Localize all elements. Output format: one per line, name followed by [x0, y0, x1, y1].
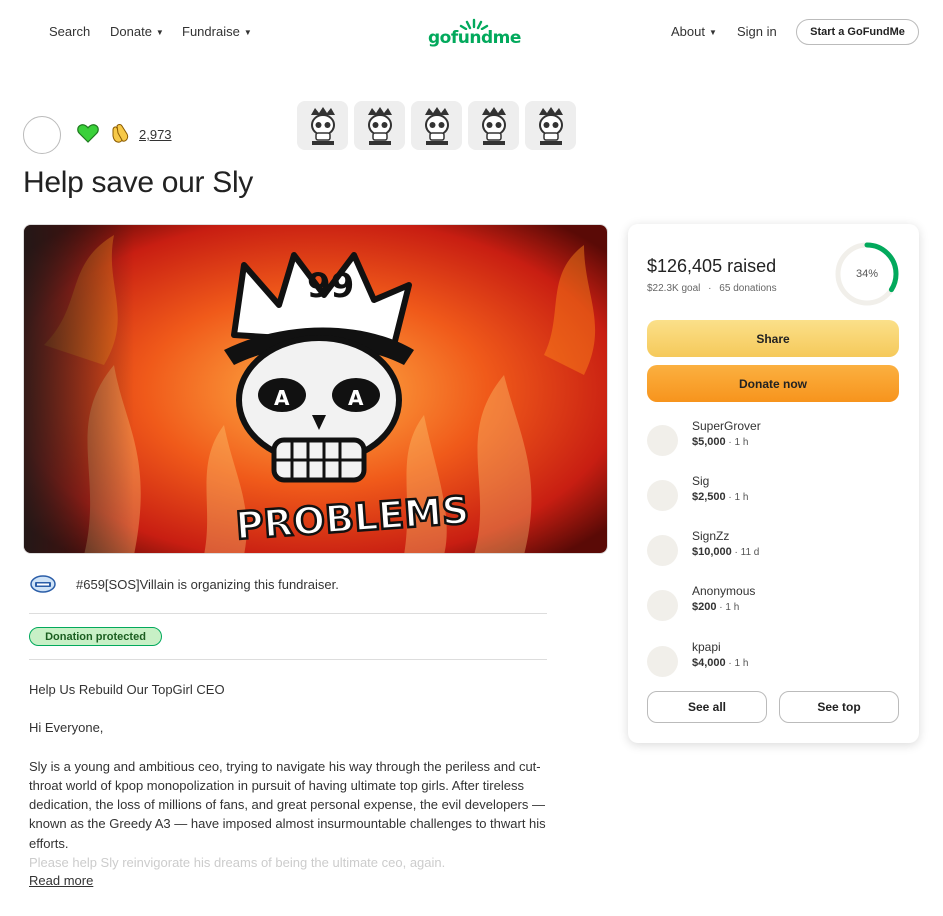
hero-crown-text: 99	[307, 266, 354, 306]
gallery-thumbnails	[297, 101, 576, 150]
divider	[29, 613, 547, 614]
skull-fire-illustration: 99 A A PROBLEMS	[24, 225, 607, 553]
skull-icon	[310, 106, 335, 145]
donation-protected-label: Donation protected	[45, 630, 146, 643]
nav-search-label: Search	[49, 24, 91, 39]
donor-name: SignZz	[692, 529, 730, 543]
clapping-hands-icon[interactable]	[108, 121, 132, 145]
divider	[29, 659, 547, 660]
donor-avatar	[647, 646, 678, 677]
campaign-title: Help save our Sly	[23, 166, 254, 199]
donor-name: kpapi	[692, 640, 721, 654]
read-more-link[interactable]: Read more	[29, 873, 93, 888]
see-top-label: See top	[817, 700, 861, 714]
donor-avatar	[647, 480, 678, 511]
donor-name: Sig	[692, 474, 710, 488]
nav-donate-label: Donate	[110, 24, 152, 39]
donation-card: $126,405 raised $22.3K goal · 65 donatio…	[628, 224, 919, 743]
see-top-button[interactable]: See top	[779, 691, 899, 723]
donor-avatar	[647, 425, 678, 456]
nav-donate-menu[interactable]: Donate ▼	[110, 24, 164, 39]
donor-item: Anonymous $200 · 1 h	[647, 584, 899, 624]
donor-amount-row: $4,000 · 1 h	[692, 657, 748, 669]
campaign-hero-image[interactable]: 99 A A PROBLEMS	[23, 224, 608, 554]
skull-icon	[538, 106, 563, 145]
donor-amount: $5,000	[692, 436, 726, 448]
donor-time: · 1 h	[725, 437, 749, 448]
see-all-button[interactable]: See all	[647, 691, 767, 723]
organizer-avatar[interactable]	[23, 116, 61, 154]
gallery-thumbnail[interactable]	[354, 101, 405, 150]
donor-avatar	[647, 590, 678, 621]
nav-fundraise-label: Fundraise	[182, 24, 240, 39]
goal-amount: $22.3K goal	[647, 283, 701, 294]
story-heading: Help Us Rebuild Our TopGirl CEO	[29, 682, 225, 697]
see-all-label: See all	[687, 700, 727, 714]
donor-amount: $2,500	[692, 491, 726, 503]
nav-fundraise-menu[interactable]: Fundraise ▼	[182, 24, 252, 39]
nav-about-label: About	[671, 24, 705, 39]
amount-raised: $126,405 raised	[647, 256, 777, 276]
chevron-down-icon: ▼	[155, 27, 164, 37]
donor-time: · 1 h	[716, 602, 740, 613]
start-gofundme-button[interactable]: Start a GoFundMe	[796, 19, 919, 45]
reaction-count[interactable]: 2,973	[139, 127, 172, 142]
gallery-thumbnail[interactable]	[525, 101, 576, 150]
start-gofundme-label: Start a GoFundMe	[810, 26, 905, 38]
donor-amount: $200	[692, 601, 717, 613]
nav-search[interactable]: Search	[49, 24, 90, 39]
gallery-thumbnail[interactable]	[411, 101, 462, 150]
nav-about-menu[interactable]: About ▼	[671, 24, 717, 39]
story-paragraph-faded: Please help Sly reinvigorate his dreams …	[29, 855, 446, 871]
donate-now-label: Donate now	[739, 376, 807, 391]
hero-eye-text-left: A	[274, 386, 290, 410]
goal-separator: ·	[708, 283, 712, 294]
donor-amount-row: $200 · 1 h	[692, 601, 739, 613]
share-button[interactable]: Share	[647, 320, 899, 357]
goal-summary: $22.3K goal · 65 donations	[647, 283, 777, 294]
nav-sign-in-label: Sign in	[737, 24, 777, 39]
donor-amount: $10,000	[692, 546, 732, 558]
skull-icon	[424, 106, 449, 145]
donor-time: · 1 h	[725, 658, 749, 669]
donor-amount-row: $2,500 · 1 h	[692, 491, 748, 503]
donor-name: SuperGrover	[692, 419, 761, 433]
chevron-down-icon: ▼	[243, 27, 252, 37]
top-nav: Search Donate ▼ Fundraise ▼ gofundme About…	[0, 0, 943, 64]
organizer-logo-icon[interactable]	[30, 574, 56, 594]
donor-avatar	[647, 535, 678, 566]
organizer-row: #659[SOS]Villain is organizing this fund…	[30, 574, 339, 594]
share-label: Share	[756, 331, 790, 346]
skull-icon	[481, 106, 506, 145]
donor-time: · 1 h	[725, 492, 749, 503]
organizer-text: #659[SOS]Villain is organizing this fund…	[76, 576, 339, 592]
donor-name: Anonymous	[692, 584, 756, 598]
story-paragraph: Sly is a young and ambitious ceo, trying…	[29, 758, 546, 851]
nav-sign-in[interactable]: Sign in	[737, 24, 777, 39]
donor-time: · 11 d	[731, 547, 760, 558]
donate-now-button[interactable]: Donate now	[647, 365, 899, 402]
donor-item: Sig $2,500 · 1 h	[647, 474, 899, 514]
donor-amount-row: $10,000 · 11 d	[692, 546, 759, 558]
donation-protected-badge[interactable]: Donation protected	[29, 627, 162, 646]
story-greeting: Hi Everyone,	[29, 720, 104, 736]
gofundme-logo[interactable]: gofundme	[428, 18, 521, 48]
hero-eye-text-right: A	[348, 386, 364, 410]
donor-amount: $4,000	[692, 657, 726, 669]
gallery-thumbnail[interactable]	[468, 101, 519, 150]
logo-text: gofundme	[428, 28, 521, 48]
donor-item: SuperGrover $5,000 · 1 h	[647, 419, 899, 459]
heart-icon[interactable]	[76, 121, 100, 145]
chevron-down-icon: ▼	[708, 27, 717, 37]
donor-item: SignZz $10,000 · 11 d	[647, 529, 899, 569]
donor-amount-row: $5,000 · 1 h	[692, 436, 748, 448]
gallery-thumbnail[interactable]	[297, 101, 348, 150]
donation-count: 65 donations	[719, 283, 777, 294]
donor-item: kpapi $4,000 · 1 h	[647, 640, 899, 680]
skull-icon	[367, 106, 392, 145]
progress-percent: 34%	[855, 268, 879, 280]
campaign-story: Help Us Rebuild Our TopGirl CEO Hi Every…	[29, 680, 549, 891]
